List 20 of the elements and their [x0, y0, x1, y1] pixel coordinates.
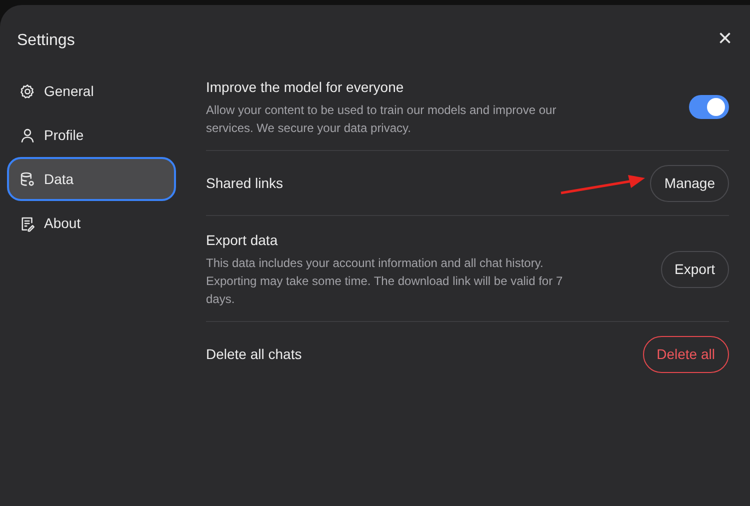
sidebar-item[interactable]: Data	[7, 157, 176, 201]
toggle-switch[interactable]	[689, 95, 729, 119]
setting-title: Shared links	[206, 174, 284, 193]
person-icon	[19, 126, 36, 144]
sidebar-item[interactable]: Profile	[7, 113, 176, 157]
sidebar-item[interactable]: About	[7, 201, 176, 245]
sidebar-item[interactable]: General	[7, 69, 176, 113]
setting-description: Allow your content to be used to train our models and improve our services. We secure your data privacy.	[206, 102, 558, 137]
document-icon	[19, 214, 36, 232]
delete-all-button[interactable]: Delete all	[642, 336, 729, 373]
close-button[interactable]: ×	[714, 25, 736, 53]
setting-description: This data includes your account information and all chat history. Exporting may take some time. The download link will be valid for 7 days.	[206, 255, 564, 308]
pill-button[interactable]: Export	[660, 250, 729, 288]
setting-title: Improve the model for everyone	[206, 78, 405, 97]
dialog-title: Settings	[17, 31, 75, 51]
gear-icon	[19, 82, 36, 100]
database-icon	[19, 170, 36, 188]
setting-title: Export data	[206, 231, 279, 250]
pill-button[interactable]: Manage	[650, 165, 729, 202]
setting-title: Delete all chats	[206, 345, 302, 364]
